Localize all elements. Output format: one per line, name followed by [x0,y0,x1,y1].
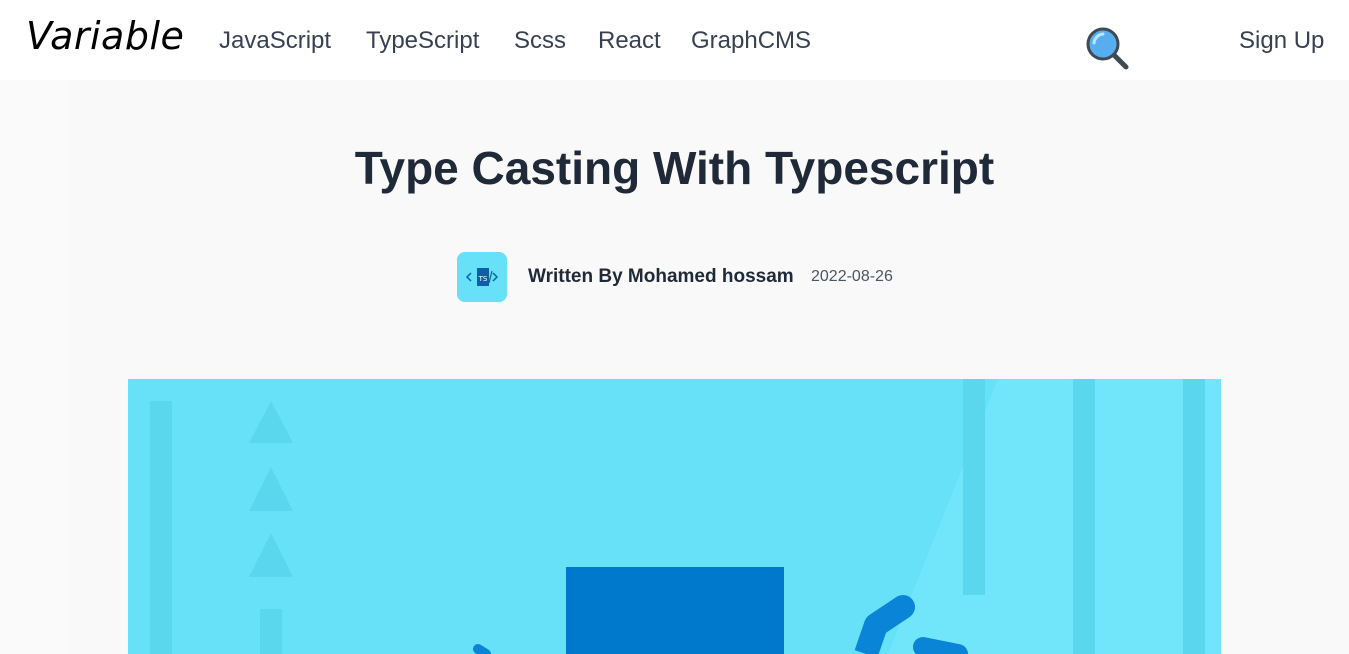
nav-link-graphcms[interactable]: GraphCMS [691,27,811,55]
article-date: 2022-08-26 [811,268,893,285]
search-icon [1086,27,1129,70]
typescript-logo-icon: TS [457,252,507,302]
nav-link-react[interactable]: React [598,27,661,55]
top-navbar: Variable JavaScript TypeScript Scss Reac… [0,0,1349,80]
site-logo[interactable]: Variable [26,14,184,58]
signup-link[interactable]: Sign Up [1239,27,1324,55]
nav-link-scss[interactable]: Scss [514,27,566,55]
article-hero-image [128,379,1221,654]
article-author[interactable]: Written By Mohamed hossam [528,266,794,288]
nav-link-typescript[interactable]: TypeScript [366,27,479,55]
search-button[interactable] [1084,25,1130,71]
article-title: Type Casting With Typescript [354,142,995,194]
nav-link-javascript[interactable]: JavaScript [219,27,331,55]
svg-text:TS: TS [478,275,488,283]
hero-illustration [128,379,1221,654]
author-avatar: TS [457,252,507,302]
